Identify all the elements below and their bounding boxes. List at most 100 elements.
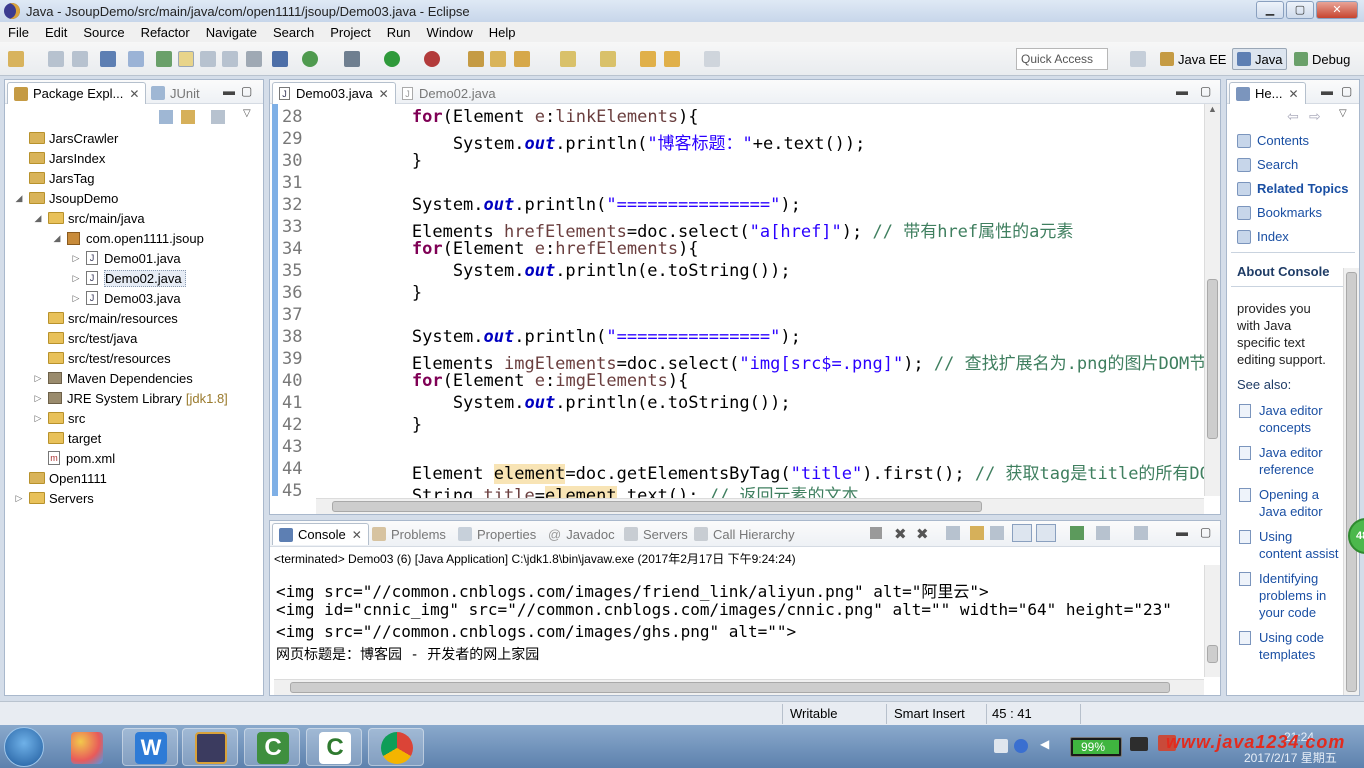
maximize-view-icon[interactable]: ▢ <box>1200 525 1211 539</box>
expanded-icon[interactable]: ◢ <box>32 213 44 224</box>
tab-help[interactable]: He... ✕ <box>1229 82 1306 104</box>
show-on-error-icon[interactable] <box>1036 524 1056 542</box>
code-editor[interactable]: 28 for(Element e:linkElements){29 System… <box>270 104 1220 514</box>
tray-icon[interactable] <box>994 739 1008 753</box>
show-whitespace-icon[interactable] <box>246 51 262 67</box>
tab-junit[interactable]: JUnit <box>145 82 206 104</box>
tab-demo02[interactable]: J Demo02.java <box>396 82 502 104</box>
forward-icon[interactable]: ⇨ <box>1309 108 1321 125</box>
skip-breakpoints-icon[interactable] <box>272 51 288 67</box>
menu-help[interactable]: Help <box>489 25 516 40</box>
new-java-project-icon[interactable] <box>468 51 484 67</box>
collapsed-icon[interactable]: ▷ <box>32 393 44 404</box>
minimize-view-icon[interactable]: ▬ <box>223 84 235 98</box>
menu-source[interactable]: Source <box>83 25 124 40</box>
start-button[interactable] <box>4 727 44 767</box>
minimize-view-icon[interactable]: ▬ <box>1176 84 1188 98</box>
console-horizontal-scrollbar[interactable] <box>274 679 1204 695</box>
close-icon[interactable]: ✕ <box>129 87 139 101</box>
help-link-bookmarks[interactable]: Bookmarks <box>1237 205 1322 220</box>
minimize-button[interactable]: ▁ <box>1256 1 1284 19</box>
tree-item-src[interactable]: ▷ src <box>32 408 86 428</box>
back-icon[interactable]: ⇦ <box>1287 108 1299 125</box>
collapsed-icon[interactable]: ▷ <box>13 493 25 504</box>
menu-run[interactable]: Run <box>387 25 411 40</box>
open-perspective-icon[interactable] <box>1130 51 1146 67</box>
save-all-icon[interactable] <box>72 51 88 67</box>
editor-horizontal-scrollbar[interactable] <box>316 498 1204 514</box>
taskbar-app-wps[interactable]: W <box>122 728 178 766</box>
collapsed-icon[interactable]: ▷ <box>32 413 44 424</box>
open-console-icon[interactable] <box>1134 526 1148 540</box>
tree-item-open1111[interactable]: Open1111 <box>13 468 107 488</box>
new-icon[interactable] <box>8 51 24 67</box>
refresh-icon[interactable] <box>302 51 318 67</box>
console-vertical-scrollbar[interactable] <box>1204 565 1220 677</box>
collapsed-icon[interactable]: ▷ <box>70 293 82 304</box>
tree-item-jsoupdemo[interactable]: ◢ JsoupDemo <box>13 188 119 208</box>
tab-problems[interactable]: Problems <box>366 523 452 545</box>
maximize-button[interactable]: ▢ <box>1286 1 1314 19</box>
forward-icon[interactable] <box>704 51 720 67</box>
view-menu-icon[interactable]: ▽ <box>243 108 251 119</box>
taskbar-app-camtasia-2[interactable]: C <box>306 728 362 766</box>
see-also-link[interactable]: Java editor reference <box>1239 444 1359 478</box>
block-selection-icon[interactable] <box>222 51 238 67</box>
see-also-link[interactable]: Identifying problems in your code <box>1239 570 1359 621</box>
link-with-editor-icon[interactable] <box>181 110 195 124</box>
maximize-view-icon[interactable]: ▢ <box>241 84 252 98</box>
help-tray-icon[interactable] <box>1014 739 1028 753</box>
remove-all-icon[interactable]: ✖ <box>916 525 929 543</box>
tree-item-demo02[interactable]: ▷ J Demo02.java <box>70 268 186 288</box>
tree-item-jre-library[interactable]: ▷ JRE System Library [jdk1.8] <box>32 388 228 408</box>
previous-annotation-icon[interactable] <box>600 51 616 67</box>
help-link-related-topics[interactable]: Related Topics <box>1237 181 1349 196</box>
tree-item-demo01[interactable]: ▷ J Demo01.java <box>70 248 181 268</box>
expanded-icon[interactable]: ◢ <box>13 193 25 204</box>
help-link-contents[interactable]: Contents <box>1237 133 1309 148</box>
collapse-all-icon[interactable] <box>159 110 173 124</box>
collapsed-icon[interactable]: ▷ <box>70 253 82 264</box>
word-wrap-icon[interactable] <box>990 526 1004 540</box>
view-menu-icon[interactable]: ▽ <box>1339 108 1347 119</box>
tab-servers[interactable]: Servers <box>618 523 694 545</box>
focus-icon[interactable] <box>211 110 225 124</box>
tree-item-pom[interactable]: m pom.xml <box>32 448 115 468</box>
perspective-java-ee[interactable]: Java EE <box>1156 48 1230 70</box>
see-also-link[interactable]: Java editor concepts <box>1239 402 1359 436</box>
see-also-link[interactable]: Using code templates <box>1239 629 1359 663</box>
show-on-output-icon[interactable] <box>1012 524 1032 542</box>
expanded-icon[interactable]: ◢ <box>51 233 63 244</box>
back-icon[interactable] <box>664 51 680 67</box>
terminate-icon[interactable] <box>870 527 882 539</box>
editor-vertical-scrollbar[interactable]: ▲ <box>1204 104 1220 496</box>
new-package-icon[interactable] <box>490 51 506 67</box>
menu-project[interactable]: Project <box>330 25 370 40</box>
menu-edit[interactable]: Edit <box>45 25 67 40</box>
scroll-thumb[interactable] <box>332 501 982 512</box>
tab-javadoc[interactable]: @ Javadoc <box>542 523 621 545</box>
mark-occurrences-icon[interactable] <box>178 51 194 67</box>
battery-indicator[interactable]: 99% <box>1070 737 1122 757</box>
scroll-thumb[interactable] <box>1207 279 1218 439</box>
help-link-search[interactable]: Search <box>1237 157 1298 172</box>
close-icon[interactable]: ✕ <box>1288 87 1298 101</box>
help-link-index[interactable]: Index <box>1237 229 1289 244</box>
maximize-view-icon[interactable]: ▢ <box>1341 84 1352 98</box>
tree-item-jarscrawler[interactable]: JarsCrawler <box>13 128 118 148</box>
tree-item-src-test-java[interactable]: src/test/java <box>32 328 137 348</box>
maximize-view-icon[interactable]: ▢ <box>1200 84 1211 98</box>
word-wrap-icon[interactable] <box>200 51 216 67</box>
open-type-icon[interactable] <box>514 51 530 67</box>
toggle-breakpoint-icon[interactable] <box>128 51 144 67</box>
tab-package-explorer[interactable]: Package Expl... ✕ <box>7 82 147 104</box>
help-vertical-scrollbar[interactable] <box>1343 268 1359 695</box>
perspective-debug[interactable]: Debug <box>1290 48 1354 70</box>
menu-navigate[interactable]: Navigate <box>206 25 257 40</box>
print-icon[interactable] <box>100 51 116 67</box>
close-button[interactable]: ✕ <box>1316 1 1358 19</box>
scroll-thumb[interactable] <box>1346 272 1357 692</box>
see-also-link[interactable]: Using content assist <box>1239 528 1359 562</box>
tree-item-jarstag[interactable]: JarsTag <box>13 168 95 188</box>
tree-item-servers[interactable]: ▷ Servers <box>13 488 94 508</box>
